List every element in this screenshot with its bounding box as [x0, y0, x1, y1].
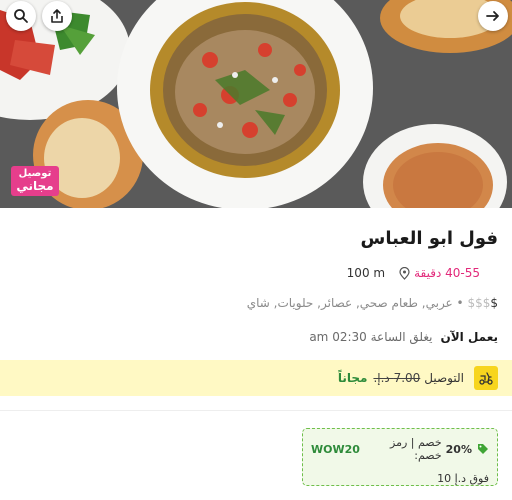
promo-code: WOW20: [311, 442, 360, 456]
promo-discount: 20%: [445, 442, 472, 456]
share-button[interactable]: [42, 1, 72, 31]
location-pin-icon: [399, 266, 410, 280]
badge-line2: مجاني: [16, 178, 54, 193]
hero-image: توصيل مجاني: [0, 0, 512, 208]
tag-icon: [477, 443, 489, 455]
delivery-fee-text: التوصيل 7.00 د.إ. مجاناً: [338, 371, 464, 385]
promo-min-order: فوق د.إ 10: [437, 472, 489, 485]
price-level-active: $: [490, 296, 498, 310]
promo-card[interactable]: 20% خصم | رمز خصم: WOW20 فوق د.إ 10: [302, 428, 498, 486]
price-level-inactive: $$$: [467, 296, 491, 310]
free-delivery-badge: توصيل مجاني: [11, 166, 59, 196]
section-divider: [0, 410, 512, 411]
arrow-right-icon: [486, 11, 499, 21]
search-icon: [14, 9, 28, 23]
search-button[interactable]: [6, 1, 36, 31]
delivery-label: التوصيل: [424, 371, 464, 385]
cuisine-list: • عربي, طعام صحي, عصائر, حلويات, شاي: [246, 296, 464, 310]
cuisine-line: $$$$ • عربي, طعام صحي, عصائر, حلويات, شا…: [247, 296, 498, 310]
restaurant-meta: 40-55 دقيقة 100 m: [347, 266, 480, 280]
food-photo: [0, 0, 512, 208]
opening-hours: يعمل الآن يغلق الساعة 02:30 am: [309, 330, 498, 344]
scooter-icon: [474, 366, 498, 390]
delivery-free-price: مجاناً: [337, 371, 368, 385]
open-status: يعمل الآن: [440, 330, 498, 344]
closing-time: يغلق الساعة 02:30 am: [309, 330, 433, 344]
delivery-fee-banner: التوصيل 7.00 د.إ. مجاناً: [0, 360, 512, 396]
promo-headline: 20% خصم | رمز خصم: WOW20: [311, 436, 489, 462]
forward-button[interactable]: [478, 1, 508, 31]
delivery-old-price: 7.00 د.إ.: [373, 371, 421, 385]
promo-text: خصم | رمز خصم:: [390, 436, 442, 462]
distance: 100 m: [346, 266, 386, 280]
delivery-time: 40-55 دقيقة: [414, 266, 480, 280]
restaurant-name: فول ابو العباس: [360, 228, 498, 249]
share-icon: [51, 9, 63, 23]
